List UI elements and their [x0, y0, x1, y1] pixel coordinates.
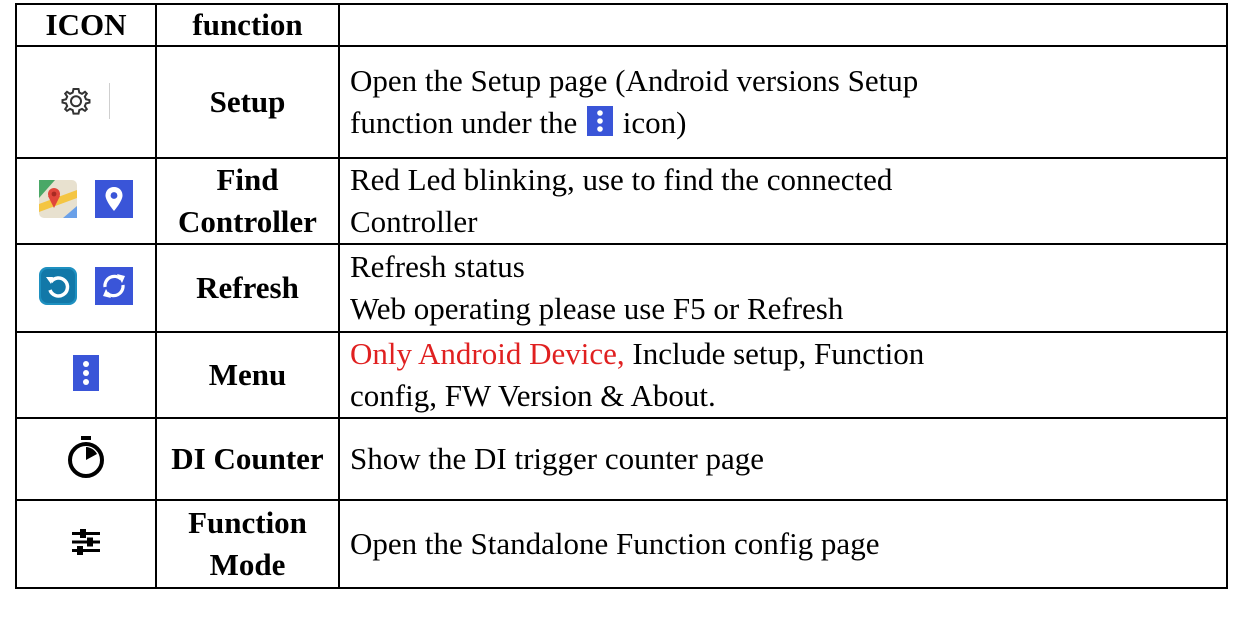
function-cell: Find Controller	[155, 157, 340, 245]
icon-cell	[15, 157, 157, 245]
table-row-refresh: Refresh Refresh status Web operating ple…	[15, 243, 1228, 333]
function-label-line-1: Find	[216, 162, 279, 197]
description-line-1: Red Led blinking, use to find the connec…	[350, 162, 893, 197]
table-row-setup: Setup Open the Setup page (Android versi…	[15, 45, 1228, 159]
icon-cell	[15, 243, 157, 333]
icon-cell	[15, 499, 157, 589]
description-cell: Open the Setup page (Android versions Se…	[338, 45, 1228, 159]
divider-line	[109, 83, 110, 119]
table-header-row: ICON function	[15, 3, 1228, 47]
function-label: Setup	[209, 84, 286, 119]
function-label-line-1: Function	[188, 505, 307, 540]
table-row-menu: Menu Only Android Device, Include setup,…	[15, 331, 1228, 419]
menu-dots-icon	[73, 354, 99, 391]
header-icon: ICON	[15, 3, 157, 47]
function-cell: Menu	[155, 331, 340, 419]
icon-function-table: ICON function Setup Open the Setup page …	[15, 3, 1228, 589]
description-line-1: Only Android Device, Include setup, Func…	[350, 336, 925, 371]
function-label: DI Counter	[171, 441, 324, 476]
description-line-2: function under the icon)	[350, 105, 687, 140]
refresh-rounded-icon	[39, 266, 77, 305]
description-cell: Open the Standalone Function config page	[338, 499, 1228, 589]
icon-cell	[15, 417, 157, 501]
icon-cell	[15, 331, 157, 419]
table-row-di-counter: DI Counter Show the DI trigger counter p…	[15, 417, 1228, 501]
description-cell: Only Android Device, Include setup, Func…	[338, 331, 1228, 419]
menu-dots-icon	[587, 106, 614, 136]
function-label: Menu	[208, 357, 287, 392]
description-line-2: config, FW Version & About.	[350, 378, 716, 413]
icon-cell	[15, 45, 157, 159]
stopwatch-icon	[68, 435, 104, 478]
description-line-1: Refresh status	[350, 249, 525, 284]
description-line-2: Web operating please use F5 or Refresh	[350, 291, 844, 326]
description-line-2: Controller	[350, 204, 478, 239]
header-function: function	[155, 3, 340, 47]
function-cell: Setup	[155, 45, 340, 159]
function-label-line-2: Mode	[209, 547, 286, 582]
android-only-note: Only Android Device,	[350, 336, 625, 371]
function-cell: DI Counter	[155, 417, 340, 501]
description-text: Open the Standalone Function config page	[350, 526, 880, 561]
location-pin-icon	[95, 179, 133, 218]
table-row-find-controller: Find Controller Red Led blinking, use to…	[15, 157, 1228, 245]
table-row-function-mode: Function Mode Open the Standalone Functi…	[15, 499, 1228, 589]
description-text: Show the DI trigger counter page	[350, 441, 765, 476]
description-cell: Red Led blinking, use to find the connec…	[338, 157, 1228, 245]
gear-icon	[61, 88, 91, 115]
refresh-arrows-icon	[95, 266, 133, 305]
maps-icon	[39, 179, 77, 218]
header-description	[338, 3, 1228, 47]
sliders-icon	[72, 528, 100, 555]
function-cell: Function Mode	[155, 499, 340, 589]
function-cell: Refresh	[155, 243, 340, 333]
description-cell: Refresh status Web operating please use …	[338, 243, 1228, 333]
description-line-1: Open the Setup page (Android versions Se…	[350, 63, 919, 98]
function-label-line-2: Controller	[178, 204, 317, 239]
description-cell: Show the DI trigger counter page	[338, 417, 1228, 501]
function-label: Refresh	[196, 270, 299, 305]
